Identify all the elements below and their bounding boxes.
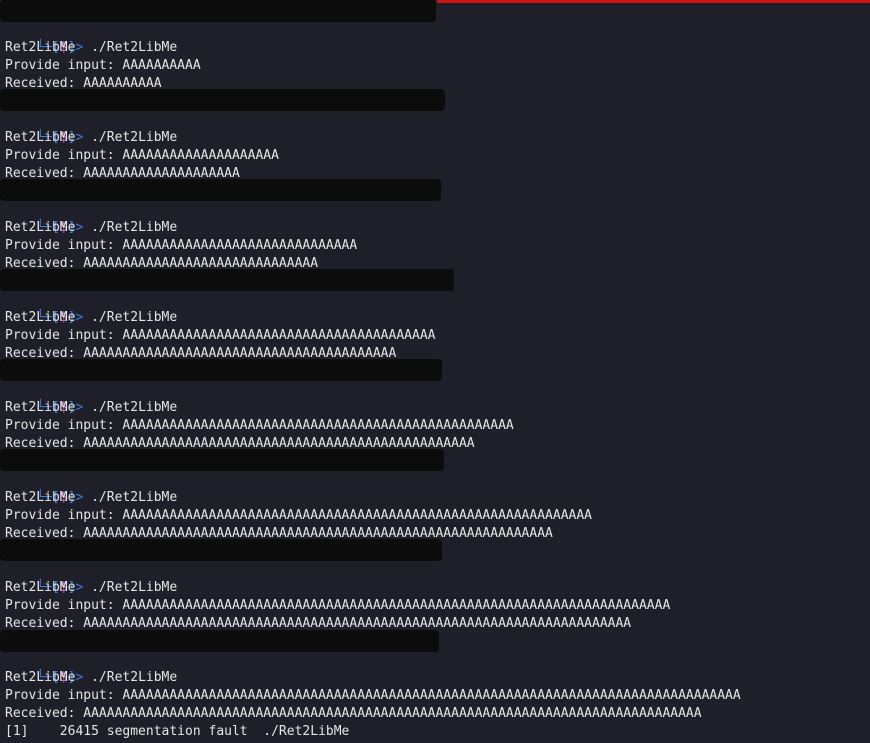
command-text: ./Ret2LibMe	[91, 490, 178, 505]
segfault-line: [1] 26415 segmentation fault ./Ret2LibMe	[5, 724, 350, 739]
command-text: ./Ret2LibMe	[91, 220, 178, 235]
command-text: ./Ret2LibMe	[91, 400, 178, 415]
input-line: Provide input: AAAAAAAAAA	[5, 58, 201, 73]
input-line: Provide input: AAAAAAAAAAAAAAAAAAAAAAAAA…	[5, 238, 358, 253]
banner-line: Ret2LibMe	[5, 580, 76, 595]
banner-line: Ret2LibMe	[5, 400, 76, 415]
banner-line: Ret2LibMe	[5, 220, 76, 235]
command-text: ./Ret2LibMe	[91, 130, 178, 145]
banner-line: Ret2LibMe	[5, 670, 76, 685]
received-line: Received: AAAAAAAAAAAAAAAAAAAAAAAAAAAAAA…	[5, 706, 702, 721]
banner-line: Ret2LibMe	[5, 490, 76, 505]
redacted-prompt-line	[0, 359, 442, 381]
input-line: Provide input: AAAAAAAAAAAAAAAAAAAAAAAAA…	[5, 418, 514, 433]
prompt-line: └─[$]> ./Ret2LibMe	[5, 111, 177, 145]
prompt-line: └─[$]> ./Ret2LibMe	[5, 381, 177, 415]
input-line: Provide input: AAAAAAAAAAAAAAAAAAAA	[5, 148, 279, 163]
redacted-prompt-line	[0, 89, 445, 111]
prompt-line: └─[$]> ./Ret2LibMe	[5, 561, 177, 595]
top-accent-bar	[437, 0, 870, 3]
redacted-prompt-line	[0, 269, 454, 291]
prompt-line: └─[$]> ./Ret2LibMe	[5, 471, 177, 505]
terminal-output: └─[$]> ./Ret2LibMe Ret2LibMe Provide inp…	[0, 0, 870, 743]
banner-line: Ret2LibMe	[5, 310, 76, 325]
redacted-prompt-line	[0, 179, 441, 201]
redacted-prompt-line	[0, 539, 442, 561]
redacted-prompt-line	[0, 630, 439, 652]
input-line: Provide input: AAAAAAAAAAAAAAAAAAAAAAAAA…	[5, 688, 741, 703]
prompt-line: └─[$]> ./Ret2LibMe	[5, 651, 177, 685]
command-text: ./Ret2LibMe	[91, 40, 178, 55]
prompt-line: └─[$]> ./Ret2LibMe	[5, 201, 177, 235]
command-text: ./Ret2LibMe	[91, 670, 178, 685]
redacted-prompt-line	[0, 449, 444, 471]
banner-line: Ret2LibMe	[5, 40, 76, 55]
banner-line: Ret2LibMe	[5, 130, 76, 145]
prompt-line: └─[$]> ./Ret2LibMe	[5, 21, 177, 55]
input-line: Provide input: AAAAAAAAAAAAAAAAAAAAAAAAA…	[5, 508, 592, 523]
command-text: ./Ret2LibMe	[91, 310, 178, 325]
command-text: ./Ret2LibMe	[91, 580, 178, 595]
input-line: Provide input: AAAAAAAAAAAAAAAAAAAAAAAAA…	[5, 328, 436, 343]
prompt-line: └─[$]> ./Ret2LibMe	[5, 291, 177, 325]
redacted-prompt-line	[0, 0, 436, 22]
input-line: Provide input: AAAAAAAAAAAAAAAAAAAAAAAAA…	[5, 598, 671, 613]
